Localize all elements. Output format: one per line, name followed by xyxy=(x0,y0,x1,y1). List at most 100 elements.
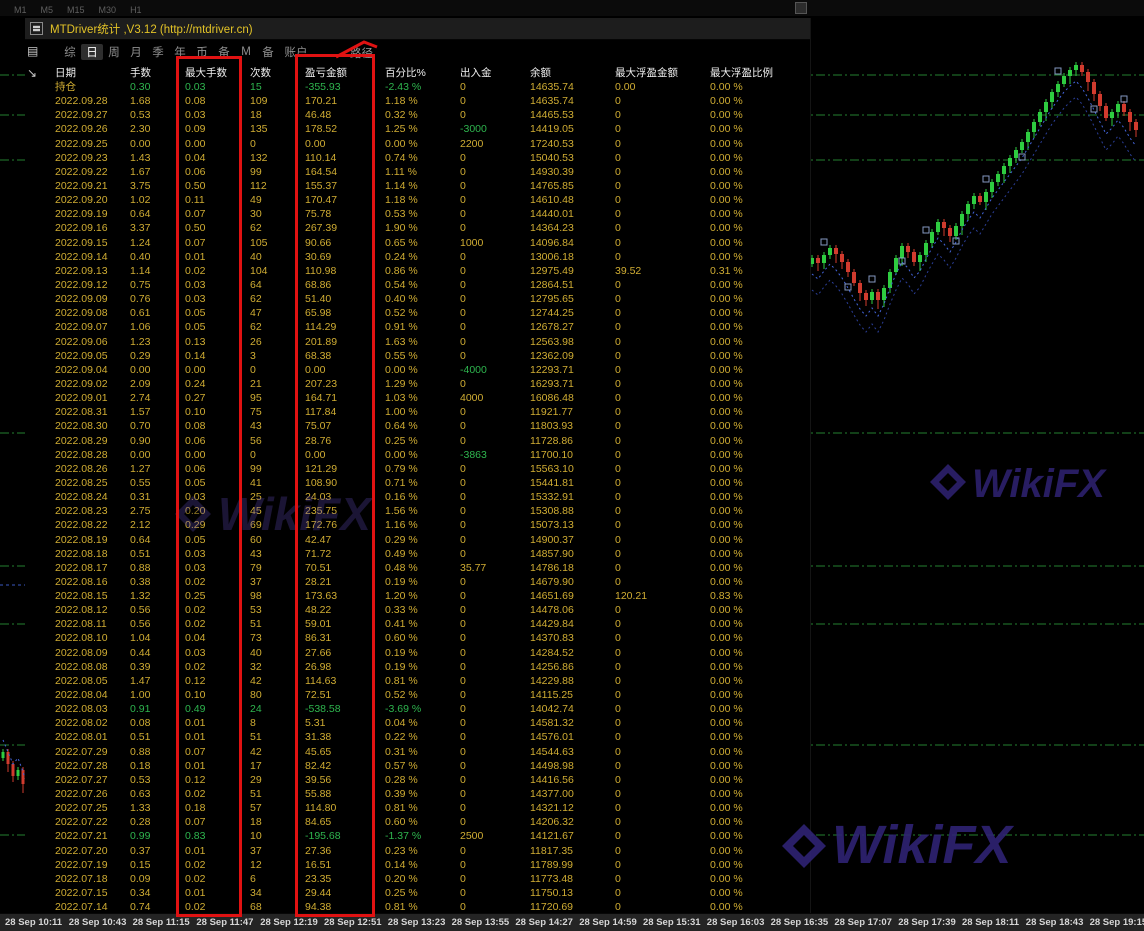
table-cell: 0.00 % xyxy=(710,419,743,433)
table-cell: 0.00 % xyxy=(710,122,743,136)
table-cell: 0 xyxy=(460,165,466,179)
table-cell: 39.56 xyxy=(305,773,331,787)
table-cell: 0.00 % xyxy=(710,745,743,759)
candle-body xyxy=(834,248,838,254)
table-cell: 99 xyxy=(250,165,262,179)
panel-titlebar[interactable]: MTDriver统计 ,V3.12 (http://mtdriver.cn) xyxy=(25,18,810,40)
table-cell: 39.52 xyxy=(615,264,641,278)
candle-body xyxy=(1134,122,1138,130)
menu-item-M[interactable]: M xyxy=(235,46,257,58)
arrow-tool-icon[interactable]: ↘ xyxy=(27,66,43,88)
table-cell: 0 xyxy=(460,518,466,532)
menu-item-备[interactable]: 备 xyxy=(213,44,235,60)
menu-item-季[interactable]: 季 xyxy=(147,44,169,60)
menu-item-账户[interactable]: 账户 xyxy=(279,44,313,60)
candle-body xyxy=(1092,82,1096,94)
table-cell: 0 xyxy=(615,617,621,631)
table-cell: 2022.08.05 xyxy=(55,674,108,688)
table-cell: 1.47 xyxy=(130,674,150,688)
table-cell: 0.03 xyxy=(185,646,205,660)
path-button[interactable]: 路径 xyxy=(350,45,373,61)
menu-item-月[interactable]: 月 xyxy=(125,44,147,60)
table-cell: 0.08 xyxy=(130,716,150,730)
column-header: 手数 xyxy=(130,65,151,80)
menu-item-综[interactable]: 综 xyxy=(59,44,81,60)
table-cell: 0 xyxy=(460,292,466,306)
period-button-M5[interactable]: M5 xyxy=(41,5,54,15)
table-cell: 0.01 xyxy=(185,730,205,744)
table-cell: 201.89 xyxy=(305,335,337,349)
table-cell: 0 xyxy=(615,716,621,730)
table-cell: 0 xyxy=(615,674,621,688)
table-cell: 0.00 % xyxy=(710,193,743,207)
table-cell: 1.00 xyxy=(130,688,150,702)
period-button-H1[interactable]: H1 xyxy=(130,5,142,15)
table-cell: 5.31 xyxy=(305,716,325,730)
table-cell: 0 xyxy=(615,787,621,801)
menu-item-币[interactable]: 币 xyxy=(191,44,213,60)
menu-item-备[interactable]: 备 xyxy=(257,44,279,60)
table-cell: 2022.08.22 xyxy=(55,518,108,532)
table-cell: 0 xyxy=(615,745,621,759)
table-cell: 0.91 % xyxy=(385,320,418,334)
table-cell: 0.00 % xyxy=(710,660,743,674)
menu-item-年[interactable]: 年 xyxy=(169,44,191,60)
table-cell: 0 xyxy=(460,462,466,476)
panel-menu-icon[interactable] xyxy=(30,22,43,35)
table-cell: 0.04 % xyxy=(385,716,418,730)
table-row: 2022.08.010.510.015131.380.22 %014576.01… xyxy=(55,730,807,744)
table-cell: 14465.53 xyxy=(530,108,574,122)
table-cell: 0.00 % xyxy=(710,165,743,179)
table-cell: 108.90 xyxy=(305,476,337,490)
table-cell: -538.58 xyxy=(305,702,341,716)
table-cell: 2022.08.09 xyxy=(55,646,108,660)
trade-marker xyxy=(821,239,827,245)
table-cell: 0 xyxy=(615,391,621,405)
panel-title: MTDriver统计 ,V3.12 (http://mtdriver.cn) xyxy=(50,21,253,37)
menu-item-周[interactable]: 周 xyxy=(103,44,125,60)
table-cell: 0 xyxy=(250,448,256,462)
time-axis[interactable]: 28 Sep 10:1128 Sep 10:4328 Sep 11:1528 S… xyxy=(0,913,1144,931)
table-row: 2022.09.090.760.036251.400.40 %012795.65… xyxy=(55,292,807,306)
table-cell: 29.44 xyxy=(305,886,331,900)
menu-item-日[interactable]: 日 xyxy=(81,44,103,60)
period-button-M15[interactable]: M15 xyxy=(67,5,85,15)
table-cell: 0 xyxy=(460,787,466,801)
table-cell: 0 xyxy=(460,320,466,334)
table-cell: 14419.05 xyxy=(530,122,574,136)
table-cell: 0.51 xyxy=(130,547,150,561)
column-header: 日期 xyxy=(55,65,76,80)
table-cell: 31.38 xyxy=(305,730,331,744)
table-cell: 0.20 xyxy=(185,504,205,518)
grid-tool-icon[interactable]: ▤ xyxy=(27,44,43,66)
table-cell: 0.00 xyxy=(305,448,325,462)
time-axis-label: 28 Sep 18:43 xyxy=(1026,917,1084,928)
toolbar-mini-icon[interactable] xyxy=(795,2,807,14)
table-row: 2022.08.090.440.034027.660.19 %014284.52… xyxy=(55,646,807,660)
table-cell: 117.84 xyxy=(305,405,336,419)
table-cell: 0.00 % xyxy=(710,561,743,575)
table-cell: 0.50 xyxy=(185,179,205,193)
table-cell: 0.40 % xyxy=(385,292,418,306)
table-row: 2022.08.222.120.2969172.761.16 %015073.1… xyxy=(55,518,807,532)
table-row: 2022.09.163.370.5062267.391.90 %014364.2… xyxy=(55,221,807,235)
table-cell: 0.04 xyxy=(185,631,205,645)
table-cell: 0.19 % xyxy=(385,575,418,589)
stats-table: 日期手数最大手数次数盈亏金额百分比%出入金余额最大浮盈金额最大浮盈比例 持仓0.… xyxy=(55,64,807,915)
table-cell: 0.03 xyxy=(185,108,205,122)
table-cell: 37 xyxy=(250,844,262,858)
table-cell: 0.03 xyxy=(185,490,205,504)
table-cell: 1.02 xyxy=(130,193,150,207)
period-button-M1[interactable]: M1 xyxy=(14,5,27,15)
table-cell: 0 xyxy=(615,137,621,151)
period-button-M30[interactable]: M30 xyxy=(99,5,117,15)
table-cell: 0 xyxy=(615,462,621,476)
table-cell: 0.00 xyxy=(130,448,150,462)
table-cell: 1.27 xyxy=(130,462,150,476)
table-row: 2022.08.101.040.047386.310.60 %014370.83… xyxy=(55,631,807,645)
table-cell: 0 xyxy=(615,660,621,674)
table-cell: 0.19 % xyxy=(385,646,418,660)
table-cell: 0 xyxy=(615,221,621,235)
table-cell: 0 xyxy=(615,306,621,320)
time-axis-label: 28 Sep 19:15 xyxy=(1090,917,1144,928)
